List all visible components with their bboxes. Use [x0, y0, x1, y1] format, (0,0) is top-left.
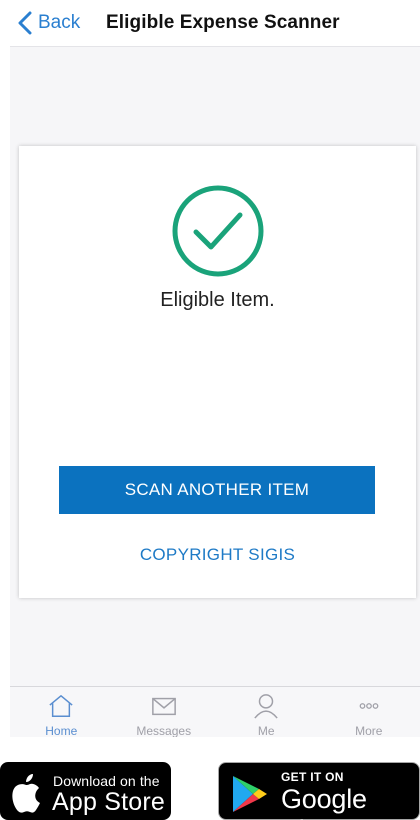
tab-messages-label: Messages [136, 724, 192, 737]
page-title: Eligible Expense Scanner [106, 12, 340, 33]
google-play-small-text: GET IT ON [281, 770, 344, 784]
envelope-icon [151, 697, 176, 716]
home-icon [49, 695, 73, 717]
app-store-small-text: Download on the [53, 773, 160, 789]
copyright-sigis-link[interactable]: COPYRIGHT SIGIS [19, 545, 416, 565]
check-circle-icon [172, 185, 264, 277]
result-card: Eligible Item. SCAN ANOTHER ITEM COPYRIG… [19, 146, 416, 598]
apple-logo-icon [12, 774, 41, 813]
tab-home[interactable]: Home [10, 687, 113, 737]
tab-more-label: More [355, 724, 383, 737]
google-play-big-text: Google Play [281, 784, 367, 820]
more-dots-icon [359, 703, 379, 709]
app-store-badge[interactable]: Download on the App Store [0, 762, 171, 820]
tab-me-label: Me [257, 724, 275, 737]
app-screen: Back Eligible Expense Scanner Eligible I… [10, 0, 420, 737]
tab-me[interactable]: Me [215, 687, 318, 737]
eligibility-status: Eligible Item. [160, 289, 275, 311]
back-label: Back [38, 12, 81, 33]
nav-bar: Back Eligible Expense Scanner [10, 0, 420, 47]
tab-home-label: Home [45, 724, 78, 737]
google-play-badge[interactable]: GET IT ON Google Play [218, 762, 420, 820]
person-icon [254, 694, 278, 719]
tab-messages[interactable]: Messages [113, 687, 216, 737]
tab-more[interactable]: More [318, 687, 420, 737]
app-store-big-text: App Store [52, 788, 165, 816]
google-play-icon [233, 776, 267, 812]
tab-bar: Home Messages Me More [10, 686, 420, 737]
scan-another-item-button[interactable]: SCAN ANOTHER ITEM [59, 466, 375, 514]
chevron-left-icon [18, 11, 32, 35]
back-button[interactable]: Back [18, 9, 80, 37]
